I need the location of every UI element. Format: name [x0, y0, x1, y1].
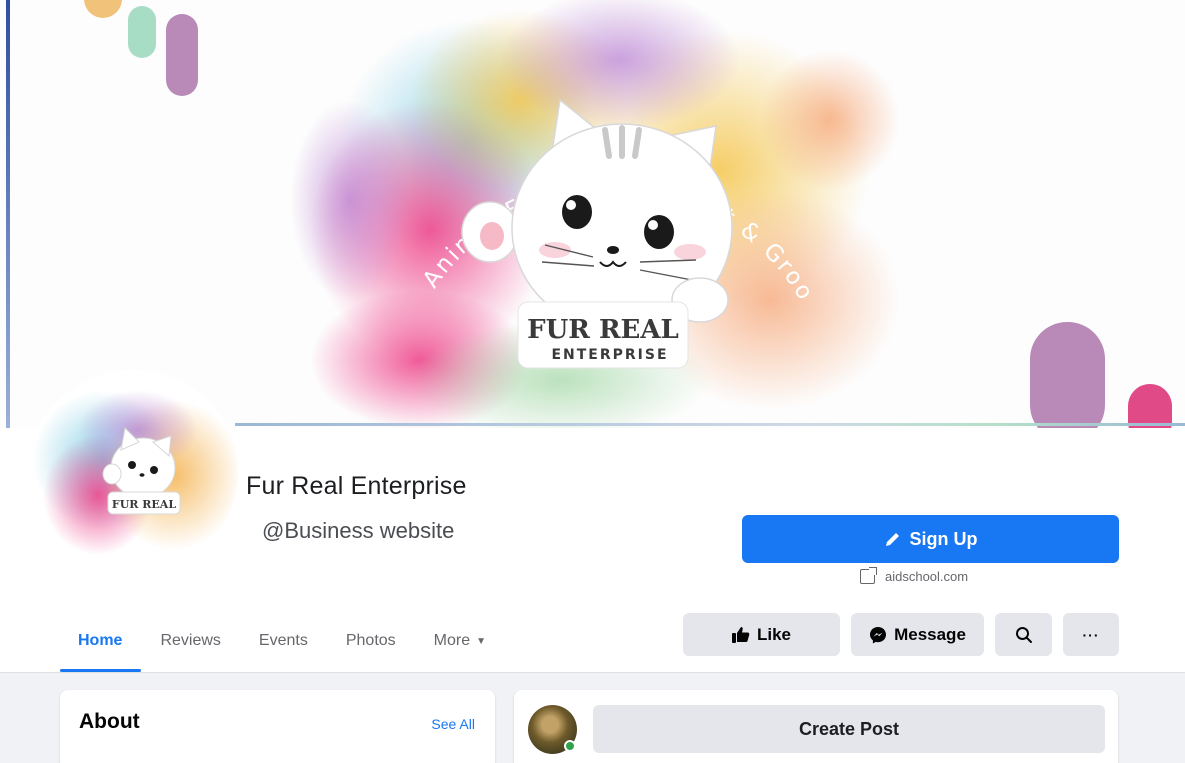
- page-name: Fur Real Enterprise: [246, 472, 467, 500]
- tab-home-label: Home: [78, 632, 123, 649]
- sign-up-label: Sign Up: [909, 528, 978, 549]
- tab-photos[interactable]: Photos: [327, 612, 415, 670]
- website-url: aidschool.com: [885, 569, 969, 584]
- cover-bottom-line: [235, 423, 1185, 426]
- svg-text:ENTERPRISE: ENTERPRISE: [551, 347, 668, 363]
- caret-down-icon: ▼: [476, 635, 487, 647]
- online-status-indicator: [564, 740, 576, 752]
- cover-logo: FUR REAL ENTERPRISE: [517, 301, 689, 369]
- more-dots-icon: ···: [1082, 626, 1100, 643]
- tab-reviews[interactable]: Reviews: [141, 612, 239, 670]
- like-button[interactable]: Like: [683, 613, 840, 656]
- svg-text:FUR REAL: FUR REAL: [112, 498, 176, 511]
- page-search-button[interactable]: [995, 613, 1052, 656]
- tab-photos-label: Photos: [345, 632, 396, 649]
- profile-picture[interactable]: FUR REAL: [28, 370, 238, 575]
- tab-more[interactable]: More ▼: [415, 612, 505, 670]
- tab-more-label: More: [433, 632, 471, 649]
- post-composer-card: Create Post: [514, 690, 1118, 763]
- external-link-icon: [860, 567, 877, 584]
- create-post-button[interactable]: Create Post: [593, 705, 1105, 753]
- about-title: About: [79, 710, 140, 733]
- tab-home[interactable]: Home: [60, 612, 142, 672]
- sign-up-button[interactable]: Sign Up: [742, 515, 1119, 563]
- tab-reviews-label: Reviews: [160, 632, 221, 649]
- svg-text:FUR REAL: FUR REAL: [527, 315, 679, 345]
- like-label: Like: [756, 624, 792, 644]
- pencil-icon: [885, 533, 899, 546]
- about-card: About See All: [60, 690, 495, 763]
- page-handle: @Business website: [262, 518, 455, 543]
- cover-photo[interactable]: Animal Fur Care Product & Grooming Servi…: [0, 0, 1185, 428]
- message-label: Message: [894, 624, 966, 644]
- tab-events-label: Events: [258, 632, 308, 649]
- message-button[interactable]: Message: [851, 613, 984, 656]
- page-tabs: Home Reviews Events Photos More ▼: [60, 612, 505, 672]
- website-link[interactable]: aidschool.com: [860, 567, 969, 584]
- search-icon: [1015, 626, 1032, 643]
- see-all-link[interactable]: See All: [431, 716, 475, 732]
- thumbs-up-icon: [731, 627, 750, 643]
- avatar-artwork: FUR REAL: [33, 390, 238, 555]
- more-options-button[interactable]: ···: [1063, 613, 1119, 656]
- messenger-icon: [870, 626, 887, 643]
- cover-artwork: Animal Fur Care Product & Grooming Servi…: [0, 0, 1172, 428]
- tab-events[interactable]: Events: [240, 612, 327, 670]
